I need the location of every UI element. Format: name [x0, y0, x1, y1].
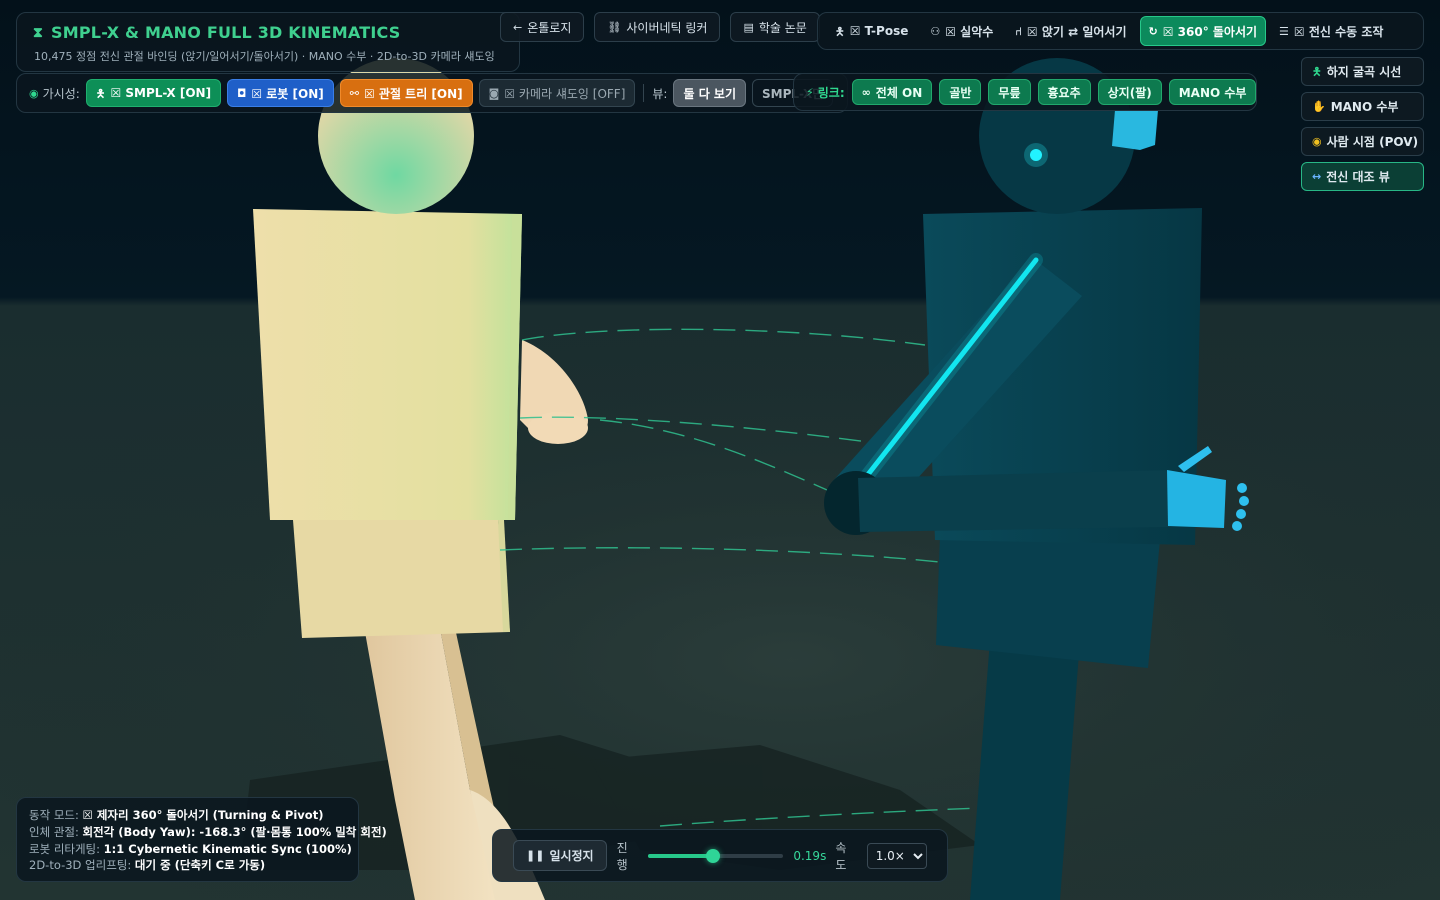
link-mano-hand-button[interactable]: MANO 수부: [1168, 79, 1257, 105]
hand-icon: ✋: [1312, 100, 1326, 113]
status-row-uplift: 2D-to-3D 업리프팅: 대기 중 (단축키 C로 가동): [29, 858, 266, 873]
motion-manual-control-button[interactable]: ☰ ☒ 전신 수동 조작: [1270, 16, 1392, 46]
book-icon: ▤: [743, 20, 754, 34]
view-full-body-compare-button[interactable]: ↔ 전신 대조 뷰: [1301, 162, 1424, 191]
handshake-icon: ⚇: [930, 24, 941, 38]
link-all-on-button[interactable]: ∞ 전체 ON: [851, 79, 933, 105]
link-pelvis-button[interactable]: 골반: [939, 79, 982, 105]
status-panel: 동작 모드: ☒ 제자리 360° 돌아서기 (Turning & Pivot)…: [16, 797, 387, 882]
ontology-link[interactable]: ← 온톨로지: [500, 12, 585, 42]
app-subtitle: 10,475 정점 전신 관절 바인딩 (앉기/일어서기/돌아서기) · MAN…: [34, 50, 495, 63]
lightning-icon: ⚡: [806, 85, 814, 99]
toggle-smplx-button[interactable]: 🯅 ☒ SMPL-X [ON]: [85, 79, 222, 107]
academic-paper-link[interactable]: ▤ 학술 논문: [730, 12, 820, 42]
view-pov-button[interactable]: ◉ 사람 시점 (POV): [1301, 127, 1424, 156]
person-bend-icon: 🯅: [1312, 65, 1322, 78]
eye-icon: ◉: [29, 86, 39, 100]
progress-knob[interactable]: [705, 848, 720, 863]
hourglass-icon: ⧗: [33, 24, 44, 41]
robot-icon: ◘: [237, 86, 247, 100]
top-links: ← 온톨로지 ⛓ 사이버네틱 링커 ▤ 학술 논문: [500, 12, 820, 42]
arrows-horizontal-icon: ↔: [1312, 170, 1322, 183]
progress-label: 진행: [616, 840, 628, 872]
pause-icon: ❚❚: [526, 849, 545, 862]
motion-sit-stand-button[interactable]: ⑁ ☒ 앉기 ⇄ 일어서기: [1006, 16, 1135, 46]
chair-icon: ⑁: [1015, 24, 1022, 38]
progress-slider[interactable]: [647, 848, 784, 863]
link-toolbar: ⚡ 링크: ∞ 전체 ON 골반 무릎 흉요추 상지(팔) MANO 수부: [793, 73, 1257, 111]
view-label: 뷰:: [652, 86, 668, 101]
playback-controls: ❚❚ 일시정지 진행 0.19s 속도 1.0×: [492, 829, 948, 882]
time-readout: 0.19s: [793, 848, 827, 863]
link-knee-button[interactable]: 무릎: [988, 79, 1031, 105]
motion-mode-toolbar: 🯅 ☒ T-Pose ⚇ ☒ 실악수 ⑁ ☒ 앉기 ⇄ 일어서기 ↻ ☒ 360…: [817, 12, 1424, 50]
toggle-robot-button[interactable]: ◘ ☒ 로봇 [ON]: [227, 79, 334, 107]
view-both-button[interactable]: 둘 다 보기: [673, 79, 747, 107]
motion-tpose-button[interactable]: 🯅 ☒ T-Pose: [826, 16, 917, 46]
title-panel: ⧗ SMPL-X & MANO FULL 3D KINEMATICS 10,47…: [16, 12, 520, 72]
view-mano-hand-button[interactable]: ✋ MANO 수부: [1301, 92, 1424, 121]
view-lower-limb-button[interactable]: 🯅 하지 굴곡 시선: [1301, 57, 1424, 86]
motion-handshake-button[interactable]: ⚇ ☒ 실악수: [921, 16, 1002, 46]
eye-icon: ◉: [1312, 135, 1322, 148]
status-row-mode: 동작 모드: ☒ 제자리 360° 돌아서기 (Turning & Pivot): [29, 808, 324, 822]
link-label: ⚡ 링크:: [806, 85, 845, 100]
rotate-icon: ↻: [1148, 24, 1158, 38]
3d-scene-viewport[interactable]: [0, 0, 1440, 900]
cybernetic-linker-link[interactable]: ⛓ 사이버네틱 링커: [594, 12, 721, 42]
motion-turn-360-button[interactable]: ↻ ☒ 360° 돌아서기: [1139, 16, 1267, 46]
camera-view-panel: 🯅 하지 굴곡 시선 ✋ MANO 수부 ◉ 사람 시점 (POV) ↔ 전신 …: [1301, 57, 1424, 191]
status-row-robot: 로봇 리타게팅: 1:1 Cybernetic Kinematic Sync (…: [29, 841, 352, 856]
status-row-body: 인체 관절: 회전각 (Body Yaw): -168.3° (팔·몸통 100…: [29, 824, 387, 839]
visibility-toolbar: ◉ 가시성: 🯅 ☒ SMPL-X [ON] ◘ ☒ 로봇 [ON] ⚯ ☒ 관…: [16, 73, 848, 113]
sliders-icon: ☰: [1279, 24, 1289, 38]
visibility-label: ◉ 가시성:: [29, 86, 80, 101]
progress-fill: [647, 853, 713, 858]
toolbar-divider: [643, 84, 645, 102]
app-title: SMPL-X & MANO FULL 3D KINEMATICS: [51, 23, 401, 42]
link-chest-button[interactable]: 흉요추: [1037, 79, 1091, 105]
person-icon: 🯅: [835, 24, 845, 38]
person-icon: 🯅: [95, 86, 106, 100]
speed-select[interactable]: 1.0×: [866, 842, 927, 869]
link-upper-limb-button[interactable]: 상지(팔): [1097, 79, 1162, 105]
infinity-icon: ∞: [861, 85, 871, 99]
arrow-left-icon: ←: [513, 20, 523, 34]
speed-label: 속도: [835, 840, 847, 872]
toggle-joint-tree-button[interactable]: ⚯ ☒ 관절 트리 [ON]: [339, 79, 473, 107]
camera-icon: ◙: [488, 86, 500, 100]
link-icon: ⛓: [607, 20, 622, 34]
bone-icon: ⚯: [349, 86, 359, 100]
pause-button[interactable]: ❚❚ 일시정지: [513, 840, 607, 871]
toggle-camera-shadowing-button[interactable]: ◙ ☒ 카메라 섀도잉 [OFF]: [478, 79, 636, 107]
